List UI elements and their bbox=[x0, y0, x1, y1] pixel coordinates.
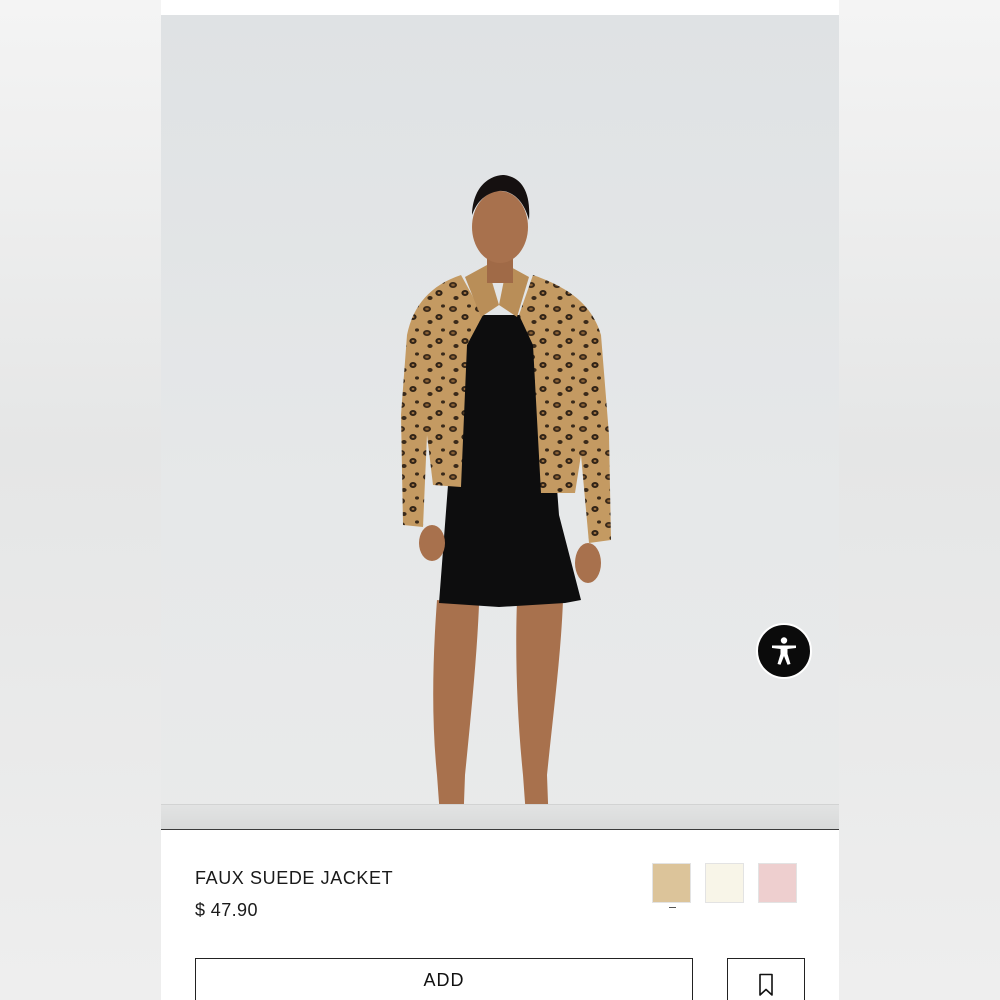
accessibility-button[interactable] bbox=[756, 623, 812, 679]
color-swatch-camel[interactable] bbox=[652, 863, 691, 908]
photo-floor bbox=[161, 804, 839, 830]
color-swatch-pink[interactable] bbox=[758, 863, 797, 903]
model-illustration bbox=[401, 175, 611, 830]
color-swatch-cream[interactable] bbox=[705, 863, 744, 903]
save-button[interactable] bbox=[727, 958, 805, 1000]
product-info: FAUX SUEDE JACKET $ 47.90 ADD bbox=[161, 830, 839, 1000]
color-swatches bbox=[652, 863, 797, 908]
product-page: FAUX SUEDE JACKET $ 47.90 ADD bbox=[161, 0, 839, 1000]
accessibility-icon bbox=[772, 637, 796, 665]
bookmark-icon bbox=[759, 973, 773, 996]
add-to-cart-button[interactable]: ADD bbox=[195, 958, 693, 1000]
product-title: FAUX SUEDE JACKET bbox=[195, 868, 394, 888]
product-price: $ 47.90 bbox=[195, 900, 258, 920]
product-photo[interactable] bbox=[161, 15, 839, 830]
